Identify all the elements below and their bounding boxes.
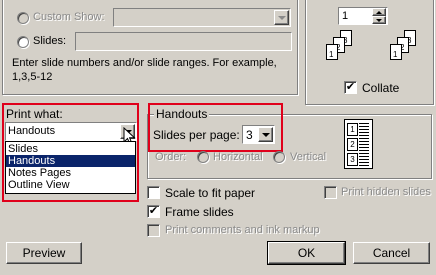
custom-show-dropdown-button[interactable]: [274, 10, 289, 25]
checkmark-icon: ✔: [148, 205, 159, 217]
slide-range-hint: Enter slide numbers and/or slide ranges.…: [12, 57, 277, 83]
chevron-down-icon: [376, 19, 382, 22]
frame-slides-label: Frame slides: [165, 205, 234, 219]
copies-number-input[interactable]: 1: [338, 7, 388, 25]
collate-checkbox[interactable]: ✔: [344, 81, 357, 94]
preview-lines: [359, 123, 369, 167]
copies-number-value: 1: [342, 10, 349, 22]
print-what-label: Print what:: [6, 107, 63, 121]
custom-show-radio[interactable]: [17, 12, 29, 24]
preview-box-2: 2: [347, 138, 358, 151]
print-what-option-notes-pages[interactable]: Notes Pages: [6, 167, 135, 179]
custom-show-dropdown[interactable]: [113, 8, 291, 27]
print-what-dropdown[interactable]: Handouts: [5, 122, 137, 141]
copies-spin-up[interactable]: [372, 8, 386, 16]
print-what-option-outline-view[interactable]: Outline View: [6, 179, 135, 191]
slides-label: Slides:: [33, 35, 67, 47]
collate-illustration-icon: 3 2 1 3 2 1: [320, 30, 420, 75]
preview-box-3: 3: [347, 153, 358, 166]
slides-per-page-value: 3: [246, 128, 253, 142]
chevron-down-icon: [278, 16, 286, 20]
print-hidden-label: Print hidden slides: [341, 186, 431, 198]
print-what-option-slides[interactable]: Slides: [6, 143, 135, 155]
slides-range-input[interactable]: [75, 32, 292, 51]
order-horizontal-radio[interactable]: [197, 151, 209, 163]
print-hidden-checkbox[interactable]: [324, 186, 337, 199]
copies-spin-down[interactable]: [372, 16, 386, 24]
slides-radio[interactable]: [17, 36, 29, 48]
ok-button[interactable]: OK: [267, 241, 346, 265]
order-vertical-label: Vertical: [290, 151, 327, 163]
scale-to-fit-checkbox[interactable]: [147, 186, 160, 199]
preview-button[interactable]: Preview: [6, 242, 82, 264]
chevron-up-icon: [376, 11, 382, 14]
chevron-down-icon: [262, 133, 270, 137]
custom-show-label: Custom Show:: [33, 11, 105, 23]
print-comments-label: Print comments and ink markup: [165, 224, 320, 236]
print-what-option-handouts[interactable]: Handouts: [6, 155, 135, 167]
collate-label: Collate: [362, 81, 400, 95]
order-horizontal-label: Horizontal: [213, 151, 263, 163]
slides-per-page-dropdown-button[interactable]: [258, 127, 273, 142]
print-what-selected: Handouts: [8, 125, 56, 137]
order-vertical-radio[interactable]: [273, 151, 285, 163]
preview-box-1: 1: [347, 123, 358, 136]
scale-to-fit-label: Scale to fit paper: [165, 186, 256, 200]
slides-per-page-dropdown[interactable]: 3: [242, 125, 275, 144]
frame-slides-checkbox[interactable]: ✔: [147, 205, 160, 218]
checkmark-icon: ✔: [345, 81, 356, 93]
print-comments-checkbox[interactable]: [147, 224, 160, 237]
print-what-options-list: Slides Handouts Notes Pages Outline View: [5, 141, 136, 194]
slides-per-page-label: Slides per page:: [153, 128, 240, 142]
handouts-group-title: Handouts: [154, 107, 210, 121]
order-label: Order:: [155, 151, 187, 163]
cancel-button[interactable]: Cancel: [353, 242, 430, 264]
handout-preview-icon: 1 2 3: [344, 119, 373, 169]
